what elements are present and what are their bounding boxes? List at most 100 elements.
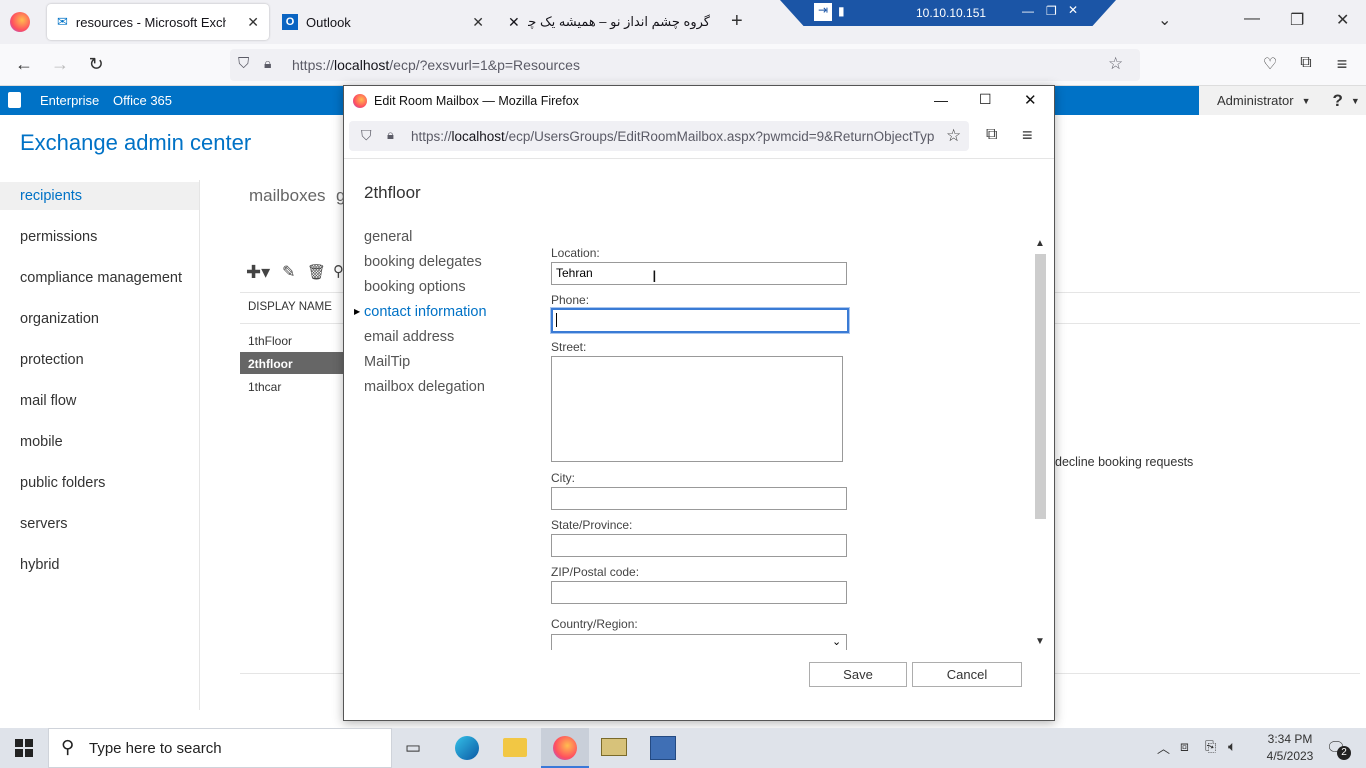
user-menu[interactable]: Administrator	[1217, 93, 1294, 108]
extensions-icon[interactable]: ⧉	[1294, 54, 1318, 72]
sidebar-item-compliance[interactable]: compliance management	[0, 264, 200, 292]
sidebar-item-recipients[interactable]: recipients	[0, 182, 200, 210]
scrollbar-thumb[interactable]	[1035, 254, 1046, 519]
firefox-icon[interactable]	[10, 12, 30, 32]
office365-link[interactable]: Office 365	[113, 93, 172, 108]
table-row-selected[interactable]: 2thfloor	[240, 352, 344, 374]
menu-icon[interactable]: ≡	[1330, 54, 1354, 75]
phone-field[interactable]	[551, 308, 849, 333]
edge-icon[interactable]	[455, 736, 479, 760]
delete-icon[interactable]: 🗑︎	[307, 263, 326, 281]
scrollbar[interactable]: ▲ ▼	[1032, 238, 1049, 651]
pocket-icon[interactable]: ♡	[1258, 54, 1282, 74]
new-tab-icon[interactable]: +	[731, 10, 743, 33]
dialog-window-title: Edit Room Mailbox — Mozilla Firefox	[374, 94, 579, 108]
cancel-button[interactable]: Cancel	[912, 662, 1022, 687]
country-select[interactable]: ⌄	[551, 634, 847, 650]
restore-icon[interactable]: ❐	[1290, 10, 1304, 30]
star-icon[interactable]: ☆	[946, 126, 961, 146]
task-view-icon[interactable]: ▭	[405, 738, 421, 758]
reload-icon[interactable]: ↻	[84, 54, 108, 75]
network-icon[interactable]: ⧈	[1180, 738, 1189, 755]
close-icon[interactable]: ✕	[472, 14, 484, 31]
clock-time[interactable]: 3:34 PM	[1260, 732, 1320, 746]
chevron-down-icon[interactable]: ▼	[1302, 96, 1311, 106]
close-window-icon[interactable]: ✕	[1336, 10, 1349, 30]
search-icon: ⚲	[61, 737, 75, 757]
city-field[interactable]	[551, 487, 847, 510]
lock-icon[interactable]: 🔒︎	[387, 127, 394, 143]
tab-persian[interactable]: گروه چشم انداز نو – همیشه یک چشم ✕	[498, 4, 720, 40]
sidebar-item-hybrid[interactable]: hybrid	[0, 551, 200, 579]
enterprise-link[interactable]: Enterprise	[40, 93, 99, 108]
dialog-nav-general[interactable]: general	[364, 229, 412, 245]
column-header-display-name[interactable]: DISPLAY NAME	[248, 301, 332, 313]
scroll-up-icon[interactable]: ▲	[1035, 238, 1045, 249]
taskbar-search[interactable]: ⚲ Type here to search	[48, 728, 392, 768]
volume-muted-icon[interactable]: 🔈︎	[1228, 738, 1236, 755]
table-row[interactable]: 1thFloor	[248, 334, 292, 348]
minimize-icon[interactable]: —	[1022, 4, 1034, 18]
clock-date[interactable]: 4/5/2023	[1260, 749, 1320, 763]
close-icon[interactable]: ✕	[508, 14, 520, 31]
dialog-nav-booking-delegates[interactable]: booking delegates	[364, 254, 482, 270]
table-row[interactable]: 1thcar	[248, 380, 281, 394]
sidebar-item-mail-flow[interactable]: mail flow	[0, 387, 200, 415]
edit-icon[interactable]: ✎	[282, 262, 295, 282]
pin-icon[interactable]: ⇥	[814, 3, 832, 21]
scroll-down-icon[interactable]: ▼	[1035, 636, 1045, 647]
help-icon[interactable]: ?	[1333, 91, 1343, 111]
close-icon[interactable]: ✕	[1068, 3, 1078, 17]
sidebar-item-protection[interactable]: protection	[0, 346, 200, 374]
chevron-down-icon[interactable]: ▼	[1351, 96, 1360, 106]
notification-badge: 2	[1337, 746, 1351, 760]
sidebar-item-public-folders[interactable]: public folders	[0, 469, 200, 497]
minimize-icon[interactable]: —	[1244, 10, 1260, 28]
back-icon[interactable]: ←	[12, 54, 36, 75]
page-title: Exchange admin center	[20, 130, 252, 155]
save-button[interactable]: Save	[809, 662, 907, 687]
dialog-url-bar[interactable]: ⛉ 🔒︎ https://localhost/ecp/UsersGroups/E…	[349, 121, 969, 151]
app-icon[interactable]	[601, 738, 627, 756]
dialog-nav-contact-information[interactable]: contact information	[364, 304, 487, 320]
tab-label: resources - Microsoft Exchange	[75, 14, 226, 30]
shield-icon[interactable]: ⛉	[361, 127, 372, 144]
restore-icon[interactable]: ❐	[1046, 4, 1057, 18]
url-bar[interactable]: ⛉ 🔒︎ https://localhost/ecp/?exsvurl=1&p=…	[230, 49, 1140, 81]
shield-icon[interactable]: ⛉	[238, 55, 249, 72]
firefox-taskbar-button[interactable]	[541, 728, 589, 768]
sidebar-item-mobile[interactable]: mobile	[0, 428, 200, 456]
extensions-icon[interactable]: ⧉	[986, 126, 997, 144]
add-icon[interactable]: ✚▾	[246, 262, 270, 283]
sidebar-item-organization[interactable]: organization	[0, 305, 200, 333]
close-icon[interactable]: ✕	[1024, 91, 1037, 109]
close-icon[interactable]: ✕	[247, 14, 259, 31]
tab-mailboxes[interactable]: mailboxes	[249, 186, 326, 206]
maximize-icon[interactable]: ☐	[979, 91, 992, 108]
sidebar-item-servers[interactable]: servers	[0, 510, 200, 538]
connection-icon[interactable]: ⎘	[1205, 738, 1216, 755]
menu-icon[interactable]: ≡	[1022, 125, 1033, 146]
chevron-down-icon[interactable]: ⌄	[1158, 10, 1171, 30]
dialog-nav-booking-options[interactable]: booking options	[364, 279, 466, 295]
zip-field[interactable]	[551, 581, 847, 604]
star-icon[interactable]: ☆	[1108, 54, 1123, 74]
street-field[interactable]	[551, 356, 843, 462]
forward-icon[interactable]: →	[48, 54, 72, 75]
file-explorer-icon[interactable]	[503, 738, 527, 757]
location-field[interactable]: Tehran	[551, 262, 847, 285]
url-prefix: https://	[411, 128, 452, 144]
state-field[interactable]	[551, 534, 847, 557]
chevron-up-icon[interactable]: ︿	[1157, 738, 1170, 757]
minimize-icon[interactable]: —	[934, 92, 948, 108]
server-manager-icon[interactable]	[650, 736, 676, 760]
tab-outlook[interactable]: O Outlook ✕	[272, 4, 494, 40]
windows-start-icon[interactable]	[15, 739, 33, 757]
dialog-nav-mailbox-delegation[interactable]: mailbox delegation	[364, 379, 485, 395]
tab-resources[interactable]: ✉ resources - Microsoft Exchange ✕	[47, 4, 269, 40]
url-prefix: https://	[292, 57, 335, 73]
sidebar-item-permissions[interactable]: permissions	[0, 223, 200, 251]
dialog-nav-email-address[interactable]: email address	[364, 329, 454, 345]
lock-icon[interactable]: 🔒︎	[264, 55, 271, 72]
dialog-nav-mailtip[interactable]: MailTip	[364, 354, 410, 370]
